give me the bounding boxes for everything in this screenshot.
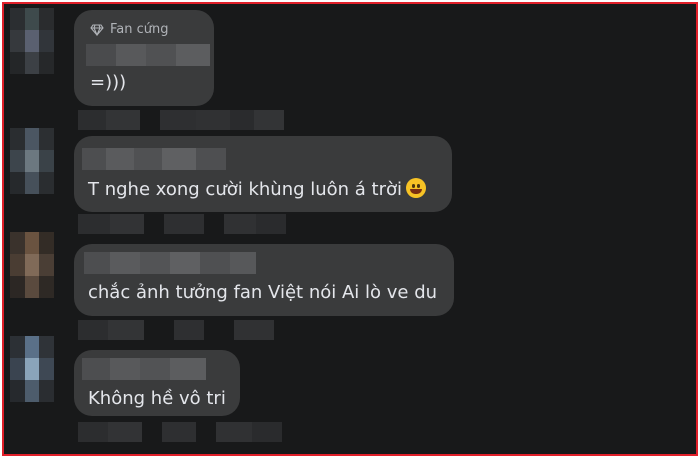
- commenter-name[interactable]: [82, 358, 206, 380]
- comment-actions[interactable]: [78, 422, 282, 442]
- commenter-name[interactable]: [82, 148, 226, 170]
- commenter-name[interactable]: [86, 44, 210, 66]
- avatar[interactable]: [10, 8, 54, 74]
- comment-text: =))): [90, 72, 127, 93]
- commenter-name[interactable]: [84, 252, 256, 274]
- comment-text: T nghe xong cười khùng luôn á trời: [88, 178, 427, 200]
- comment-bubble: Fan cứng =))): [74, 10, 214, 106]
- comment-text: Không hề vô tri: [88, 388, 226, 409]
- avatar[interactable]: [10, 232, 54, 298]
- comment-bubble: T nghe xong cười khùng luôn á trời: [74, 136, 452, 212]
- comment-bubble: Không hề vô tri: [74, 350, 240, 416]
- diamond-icon: [90, 23, 104, 36]
- comment-actions[interactable]: [78, 110, 284, 130]
- avatar[interactable]: [10, 128, 54, 194]
- comment-text: chắc ảnh tưởng fan Việt nói Ai lò ve du: [88, 282, 438, 303]
- badge-label: Fan cứng: [110, 22, 169, 37]
- fan-badge: Fan cứng: [90, 22, 169, 37]
- comment-actions[interactable]: [78, 214, 286, 234]
- comment-thread: Fan cứng =))) T nghe xong cười khùng luô…: [2, 2, 698, 456]
- comment-actions[interactable]: [78, 320, 274, 340]
- grinning-face-emoji: [406, 178, 427, 198]
- avatar[interactable]: [10, 336, 54, 402]
- comment-bubble: chắc ảnh tưởng fan Việt nói Ai lò ve du: [74, 244, 454, 316]
